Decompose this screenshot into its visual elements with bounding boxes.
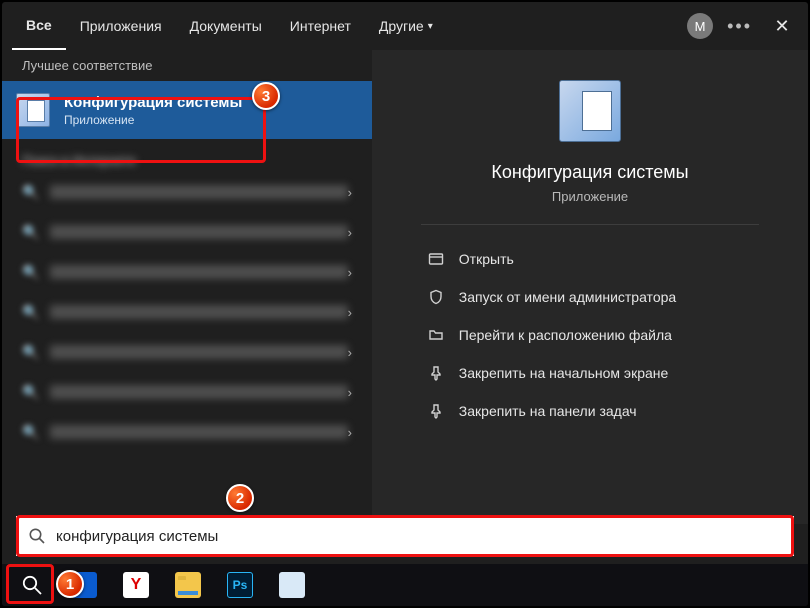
action-pin-start[interactable]: Закрепить на начальном экране [421, 355, 759, 391]
chevron-right-icon: › [348, 425, 352, 440]
best-match-result[interactable]: Конфигурация системы Приложение [2, 81, 372, 139]
close-button[interactable]: ✕ [766, 10, 798, 42]
open-icon [427, 250, 445, 268]
tab-all[interactable]: Все [12, 2, 66, 50]
photoshop-icon: Ps [227, 572, 253, 598]
search-input[interactable] [56, 528, 782, 545]
action-open-location[interactable]: Перейти к расположению файла [421, 317, 759, 353]
preview-subtitle: Приложение [552, 189, 628, 204]
search-icon: 🔍 [22, 264, 38, 280]
search-web-heading: Поиск в Интернете [2, 139, 372, 172]
calendar-icon [71, 572, 97, 598]
action-run-as-admin[interactable]: Запуск от имени администратора [421, 279, 759, 315]
chevron-right-icon: › [348, 265, 352, 280]
search-icon: 🔍 [22, 184, 38, 200]
search-bar[interactable] [16, 516, 794, 556]
results-list: Лучшее соответствие Конфигурация системы… [2, 50, 372, 524]
taskbar-calendar-icon[interactable] [60, 565, 108, 605]
folder-icon [427, 326, 445, 344]
web-result[interactable]: 🔍› [2, 372, 372, 412]
search-icon: 🔍 [22, 304, 38, 320]
taskbar-yandex-icon[interactable]: Y [112, 565, 160, 605]
web-result[interactable]: 🔍› [2, 292, 372, 332]
action-pin-taskbar[interactable]: Закрепить на панели задач [421, 393, 759, 429]
best-match-title: Конфигурация системы [64, 94, 242, 111]
taskbar-snipping-icon[interactable] [268, 565, 316, 605]
msconfig-large-icon [559, 80, 621, 142]
web-result[interactable]: 🔍› [2, 172, 372, 212]
shield-icon [427, 288, 445, 306]
best-match-heading: Лучшее соответствие [2, 50, 372, 81]
best-match-subtitle: Приложение [64, 113, 242, 127]
chevron-right-icon: › [348, 185, 352, 200]
windows-search-panel: Все Приложения Документы Интернет Другие… [2, 2, 808, 606]
taskbar-explorer-icon[interactable] [164, 565, 212, 605]
web-result[interactable]: 🔍› [2, 212, 372, 252]
user-avatar[interactable]: М [687, 13, 713, 39]
tab-web[interactable]: Интернет [276, 2, 365, 50]
chevron-right-icon: › [348, 305, 352, 320]
snipping-icon [279, 572, 305, 598]
tab-apps[interactable]: Приложения [66, 2, 176, 50]
chevron-down-icon: ▾ [428, 21, 433, 32]
search-scope-tabs: Все Приложения Документы Интернет Другие… [2, 2, 808, 50]
tab-docs[interactable]: Документы [176, 2, 276, 50]
folder-icon [175, 572, 201, 598]
web-result[interactable]: 🔍› [2, 412, 372, 452]
search-icon: 🔍 [22, 224, 38, 240]
search-icon: 🔍 [22, 424, 38, 440]
tab-more-label: Другие [379, 18, 424, 34]
search-icon [28, 527, 46, 545]
taskbar-photoshop-icon[interactable]: Ps [216, 565, 264, 605]
preview-title: Конфигурация системы [491, 162, 688, 183]
yandex-icon: Y [123, 572, 149, 598]
web-result[interactable]: 🔍› [2, 332, 372, 372]
tab-more[interactable]: Другие ▾ [365, 2, 447, 50]
taskbar-search-button[interactable] [8, 565, 56, 605]
result-preview: Конфигурация системы Приложение Открыть … [372, 50, 808, 524]
pin-icon [427, 364, 445, 382]
action-open[interactable]: Открыть [421, 241, 759, 277]
more-options-button[interactable]: ••• [727, 16, 752, 37]
web-result[interactable]: 🔍› [2, 252, 372, 292]
chevron-right-icon: › [348, 385, 352, 400]
pin-icon [427, 402, 445, 420]
msconfig-icon [16, 93, 50, 127]
chevron-right-icon: › [348, 225, 352, 240]
divider [421, 224, 759, 225]
chevron-right-icon: › [348, 345, 352, 360]
search-icon: 🔍 [22, 384, 38, 400]
search-icon: 🔍 [22, 344, 38, 360]
taskbar: Y Ps [2, 564, 808, 606]
